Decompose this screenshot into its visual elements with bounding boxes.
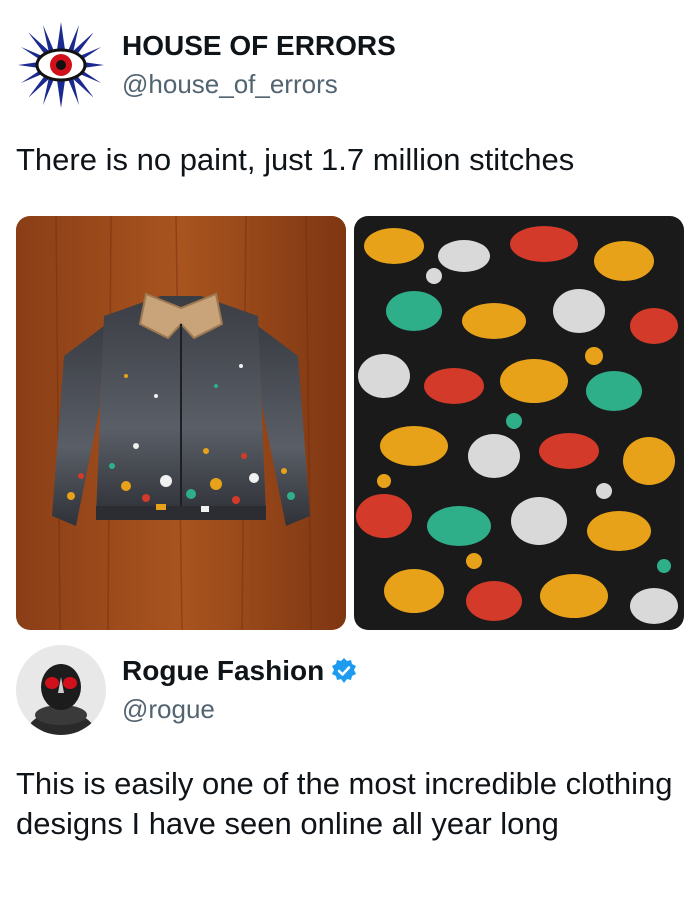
house-of-errors-avatar[interactable] xyxy=(16,20,106,110)
embroidery-closeup-photo[interactable] xyxy=(354,216,684,630)
verified-badge-icon xyxy=(330,657,358,685)
jacket-photo[interactable] xyxy=(16,216,346,630)
first-post-media xyxy=(16,216,684,630)
jacket-photo-icon xyxy=(16,216,346,630)
second-post-author-handle[interactable]: @rogue xyxy=(122,692,358,726)
rogue-fashion-avatar[interactable] xyxy=(16,645,106,735)
first-post-text: There is no paint, just 1.7 million stit… xyxy=(16,142,575,177)
second-post-text: This is easily one of the most incredibl… xyxy=(16,766,673,841)
author-name-text: Rogue Fashion xyxy=(122,655,325,686)
first-post: HOUSE OF ERRORS @house_of_errors There i… xyxy=(0,0,700,640)
embroidery-closeup-icon xyxy=(354,216,684,630)
eye-logo-icon xyxy=(16,20,106,110)
first-post-author-name[interactable]: HOUSE OF ERRORS xyxy=(122,29,396,63)
second-post-author-name[interactable]: Rogue Fashion xyxy=(122,654,358,688)
first-post-header: HOUSE OF ERRORS @house_of_errors xyxy=(16,20,396,110)
second-post-header: Rogue Fashion @rogue xyxy=(16,645,358,735)
masked-figure-avatar-icon xyxy=(16,645,106,735)
second-post: Rogue Fashion @rogue This is easily one … xyxy=(0,640,700,904)
first-post-author-handle[interactable]: @house_of_errors xyxy=(122,67,396,101)
author-name-text: HOUSE OF ERRORS xyxy=(122,30,396,61)
